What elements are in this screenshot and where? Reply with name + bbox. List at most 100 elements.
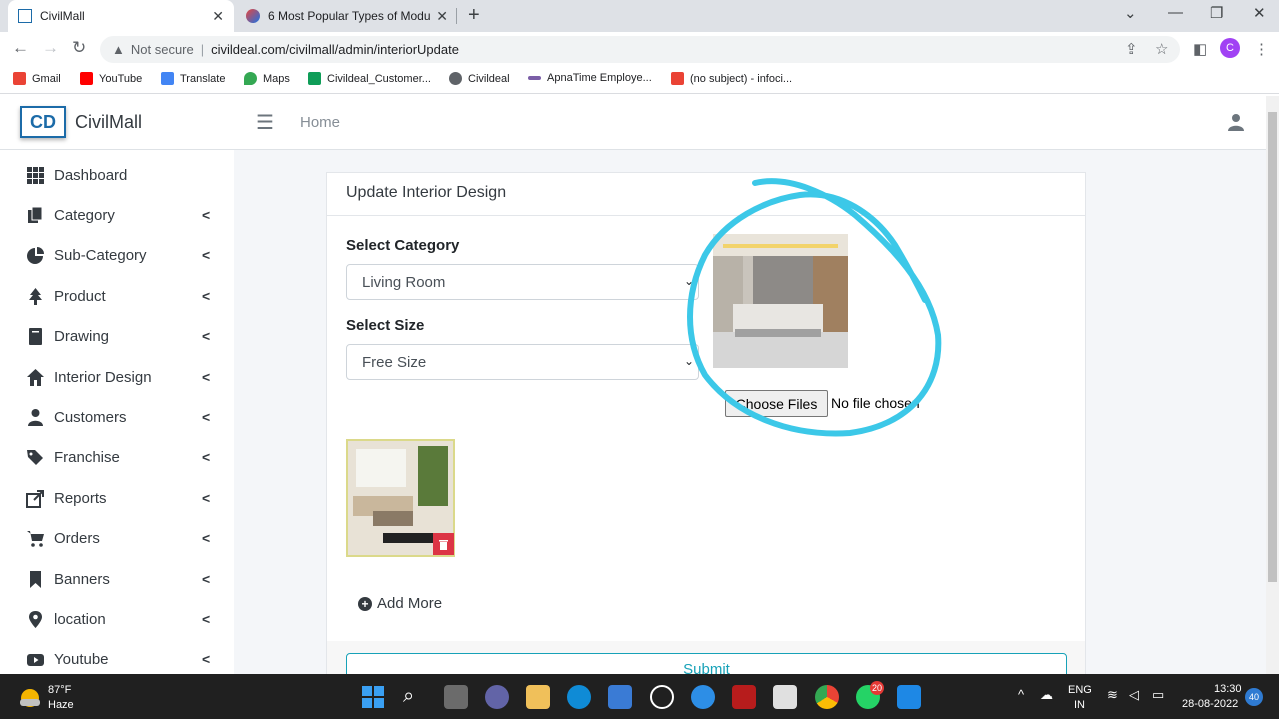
tab-search-icon[interactable]: ⌄ <box>1124 4 1137 22</box>
sidebar-item-drawing[interactable]: Drawing < <box>0 316 234 356</box>
bookmark-icon <box>26 570 45 589</box>
sidebar-item-product[interactable]: Product < <box>0 276 234 316</box>
tab-modular[interactable]: 6 Most Popular Types of Modular ✕ <box>236 0 458 32</box>
store-icon[interactable] <box>608 685 632 709</box>
app-icon[interactable] <box>650 685 674 709</box>
chevron-left-icon[interactable]: < <box>202 611 210 627</box>
chevron-left-icon[interactable]: < <box>202 288 210 304</box>
battery-icon[interactable]: ▭ <box>1152 687 1164 703</box>
copy-icon <box>26 206 45 225</box>
youtube-icon <box>80 72 93 85</box>
chevron-left-icon[interactable]: < <box>202 247 210 263</box>
bookmark-youtube[interactable]: YouTube <box>80 72 142 85</box>
sidebar-item-location[interactable]: location < <box>0 599 234 639</box>
chevron-left-icon[interactable]: < <box>202 409 210 425</box>
sidebar-item-sub-category[interactable]: Sub-Category < <box>0 235 234 275</box>
back-icon[interactable]: ← <box>12 38 29 58</box>
bookmark-no-subject[interactable]: (no subject) - infoci... <box>671 72 792 85</box>
volume-icon[interactable]: ◁ <box>1129 687 1139 703</box>
mcafee-icon[interactable] <box>732 685 756 709</box>
chevron-left-icon[interactable]: < <box>202 530 210 546</box>
restore-icon[interactable]: ❐ <box>1210 4 1223 22</box>
whatsapp-badge: 20 <box>870 681 884 695</box>
sidebar-item-label: Reports <box>54 489 107 507</box>
chevron-left-icon[interactable]: < <box>202 369 210 385</box>
chrome-icon[interactable] <box>815 685 839 709</box>
delete-image-button[interactable] <box>433 533 454 555</box>
pie-chart-icon <box>26 246 45 265</box>
sidebar-item-orders[interactable]: Orders < <box>0 518 234 558</box>
weather-desc: Haze <box>48 699 74 711</box>
chevron-up-icon[interactable]: ^ <box>1018 687 1024 702</box>
chevron-left-icon[interactable]: < <box>202 328 210 344</box>
bookmark-civildeal-customer[interactable]: Civildeal_Customer... <box>308 72 431 85</box>
chevron-left-icon[interactable]: < <box>202 490 210 506</box>
close-window-icon[interactable]: ✕ <box>1253 4 1266 22</box>
minimize-icon[interactable]: — <box>1168 4 1183 21</box>
notification-badge[interactable]: 40 <box>1245 688 1263 706</box>
side-panel-icon[interactable]: ◧ <box>1193 40 1207 58</box>
sidebar-item-customers[interactable]: Customers < <box>0 397 234 437</box>
category-label: Select Category <box>346 237 460 254</box>
chevron-left-icon[interactable]: < <box>202 571 210 587</box>
sidebar-item-label: Customers <box>54 408 127 426</box>
cloud-icon[interactable]: ☁ <box>1040 687 1053 703</box>
task-view-icon[interactable] <box>444 685 468 709</box>
chevron-left-icon[interactable]: < <box>202 651 210 667</box>
sidebar-item-interior-design[interactable]: Interior Design < <box>0 357 234 397</box>
lang-top[interactable]: ENG <box>1068 684 1092 696</box>
category-select[interactable]: Living Room ⌄ <box>346 264 699 300</box>
sidebar-item-dashboard[interactable]: Dashboard <box>0 155 234 195</box>
clock-time[interactable]: 13:30 <box>1214 683 1242 695</box>
sidebar-item-banners[interactable]: Banners < <box>0 559 234 599</box>
wifi-icon[interactable]: ≋ <box>1107 687 1118 703</box>
bookmark-apnatime[interactable]: ApnaTime Employe... <box>528 72 652 84</box>
plus-circle-icon: + <box>358 596 372 611</box>
bookmark-civildeal[interactable]: Civildeal <box>449 72 510 85</box>
search-icon[interactable]: ⌕ <box>403 685 427 709</box>
profile-avatar[interactable]: C <box>1220 38 1240 58</box>
size-value: Free Size <box>362 353 427 371</box>
hamburger-menu-icon[interactable]: ☰ <box>256 110 274 135</box>
add-more-label: Add More <box>377 595 443 612</box>
tab-civilmall[interactable]: CivilMall ✕ <box>8 0 234 32</box>
weather-temp: 87°F <box>48 684 72 696</box>
teams-chat-icon[interactable] <box>485 685 509 709</box>
size-select[interactable]: Free Size ⌄ <box>346 344 699 380</box>
star-icon[interactable]: ☆ <box>1155 40 1168 58</box>
sidebar-item-label: Drawing <box>54 327 110 345</box>
lang-bottom[interactable]: IN <box>1074 699 1085 711</box>
chevron-left-icon[interactable]: < <box>202 449 210 465</box>
chevron-left-icon[interactable]: < <box>202 207 210 223</box>
tab-close-icon[interactable]: ✕ <box>212 8 224 25</box>
share-icon[interactable]: ⇪ <box>1125 40 1138 58</box>
forward-icon[interactable]: → <box>42 38 59 58</box>
file-explorer-icon[interactable] <box>526 685 550 709</box>
sidebar-item-youtube[interactable]: Youtube < <box>0 639 234 679</box>
bookmark-maps[interactable]: Maps <box>244 72 290 85</box>
photos-icon[interactable] <box>897 685 921 709</box>
omnibox[interactable]: ▲ Not secure | civildeal.com/civilmall/a… <box>100 36 1180 63</box>
user-account-icon[interactable] <box>1228 113 1244 131</box>
bookmark-gmail[interactable]: Gmail <box>13 72 61 85</box>
menu-icon[interactable]: ⋮ <box>1254 40 1269 58</box>
clock-date[interactable]: 28-08-2022 <box>1182 698 1238 710</box>
scrollbar-thumb[interactable] <box>1268 112 1277 582</box>
sidebar-item-reports[interactable]: Reports < <box>0 478 234 518</box>
add-more-button[interactable]: + Add More <box>358 595 442 612</box>
snipping-tool-icon[interactable] <box>773 685 797 709</box>
sidebar-item-category[interactable]: Category < <box>0 195 234 235</box>
tab-close-icon[interactable]: ✕ <box>436 8 448 25</box>
new-tab-button[interactable]: + <box>468 4 480 27</box>
weather-haze-icon[interactable] <box>18 684 42 708</box>
sidebar-item-label: Category <box>54 206 115 224</box>
home-link[interactable]: Home <box>300 114 340 131</box>
reload-icon[interactable]: ↻ <box>72 38 86 58</box>
edge-icon[interactable] <box>567 685 591 709</box>
skype-icon[interactable] <box>691 685 715 709</box>
sidebar-item-franchise[interactable]: Franchise < <box>0 437 234 477</box>
brand-name[interactable]: CivilMall <box>75 112 142 133</box>
bookmark-translate[interactable]: Translate <box>161 72 225 85</box>
windows-start-icon[interactable] <box>361 685 385 709</box>
brand-logo[interactable]: CD <box>20 106 66 138</box>
